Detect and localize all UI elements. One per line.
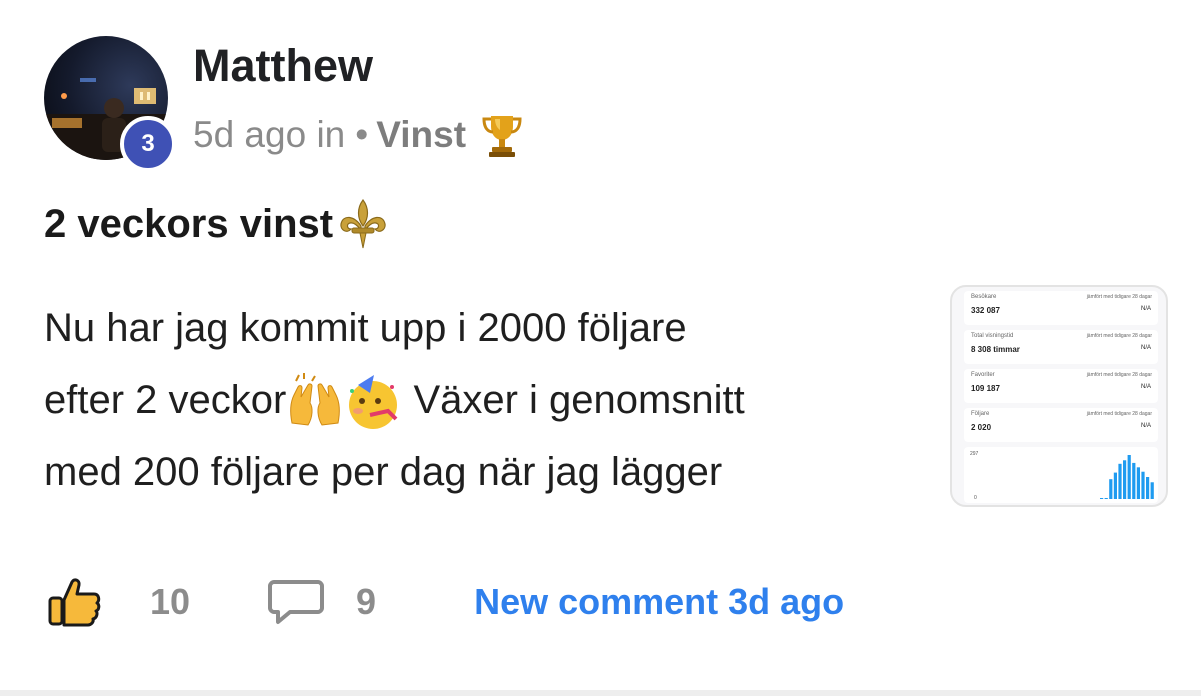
chart-bar — [1132, 462, 1136, 499]
meta-separator: • — [355, 114, 369, 155]
trophy-icon — [482, 116, 522, 157]
followers-mini-chart: 297 0 — [964, 447, 1158, 503]
post-title[interactable]: 2 veckors vinst — [44, 196, 391, 252]
post-actions: 10 9 New comment 3d ago — [44, 572, 844, 632]
body-line-2-text-b: Växer i genomsnitt — [402, 378, 745, 422]
chart-bar — [1127, 455, 1131, 499]
post-body[interactable]: Nu har jag kommit upp i 2000 följare eft… — [44, 292, 924, 508]
stat-compare: jämfört med tidigare 28 dagar — [1086, 294, 1152, 300]
stat-value: 332 087 — [971, 306, 1000, 315]
body-line-2: efter 2 veckor Växer i genomsnitt — [44, 364, 924, 436]
post-title-text: 2 veckors vinst — [44, 201, 334, 246]
post-card[interactable]: 3 Matthew 5d ago in • Vinst 2 veckors vi… — [0, 0, 1201, 696]
stat-card-favorites: Favoriter 109 187 jämfört med tidigare 2… — [964, 369, 1158, 403]
partying-face-emoji — [349, 375, 398, 430]
stat-label: Favoriter — [971, 372, 995, 378]
raising-hands-emoji — [290, 373, 341, 426]
stat-value: 8 308 timmar — [971, 345, 1020, 354]
stat-card-followers: Följare 2 020 jämfört med tidigare 28 da… — [964, 408, 1158, 442]
post-meta: 5d ago in • Vinst — [193, 112, 524, 158]
chart-bar — [1104, 498, 1108, 499]
chart-bar — [1136, 467, 1140, 499]
stat-label: Följare — [971, 411, 990, 417]
stat-compare: jämfört med tidigare 28 dagar — [1086, 333, 1152, 339]
chart-bar — [1141, 471, 1145, 499]
stat-label: Besökare — [971, 294, 997, 300]
post-divider — [0, 690, 1201, 696]
thumbs-up-icon[interactable] — [44, 574, 104, 630]
chart-bar — [1146, 477, 1150, 499]
like-count[interactable]: 10 — [150, 581, 190, 623]
attachment-thumbnail[interactable]: Besökare 332 087 jämfört med tidigare 28… — [950, 285, 1168, 507]
chart-bar — [1109, 479, 1113, 499]
comment-count[interactable]: 9 — [356, 581, 376, 623]
post-time: 5d ago in — [193, 114, 346, 155]
body-line-2-text-a: efter 2 veckor — [44, 378, 287, 422]
stat-change: N/A — [1140, 306, 1151, 312]
stat-change: N/A — [1140, 345, 1151, 351]
stat-change: N/A — [1140, 384, 1151, 390]
chart-bar — [1118, 463, 1122, 499]
body-line-1: Nu har jag kommit upp i 2000 följare — [44, 306, 687, 350]
stat-value: 2 020 — [971, 423, 992, 432]
stat-value: 109 187 — [971, 384, 1000, 393]
chart-bars — [1100, 455, 1154, 499]
avatar-wrap[interactable]: 3 — [44, 36, 176, 172]
chart-bar — [1150, 482, 1154, 499]
body-line-3: med 200 följare per dag när jag lägger — [44, 450, 723, 494]
chart-bar — [1123, 460, 1127, 499]
chart-bar — [1113, 472, 1117, 499]
stat-label: Total visningstid — [971, 333, 1014, 339]
fleur-de-lis-icon — [340, 198, 386, 249]
category-link[interactable]: Vinst — [376, 114, 466, 156]
new-comment-link[interactable]: New comment 3d ago — [474, 581, 844, 623]
comment-bubble-icon[interactable] — [266, 574, 326, 630]
stat-change: N/A — [1140, 423, 1151, 429]
author-name[interactable]: Matthew — [193, 40, 373, 92]
stat-compare: jämfört med tidigare 28 dagar — [1086, 372, 1152, 378]
chart-bar — [1100, 498, 1104, 499]
level-badge: 3 — [120, 116, 176, 172]
stat-card-visitors: Besökare 332 087 jämfört med tidigare 28… — [964, 291, 1158, 325]
stat-compare: jämfört med tidigare 28 dagar — [1086, 411, 1152, 417]
stat-card-watch-time: Total visningstid 8 308 timmar jämfört m… — [964, 330, 1158, 364]
